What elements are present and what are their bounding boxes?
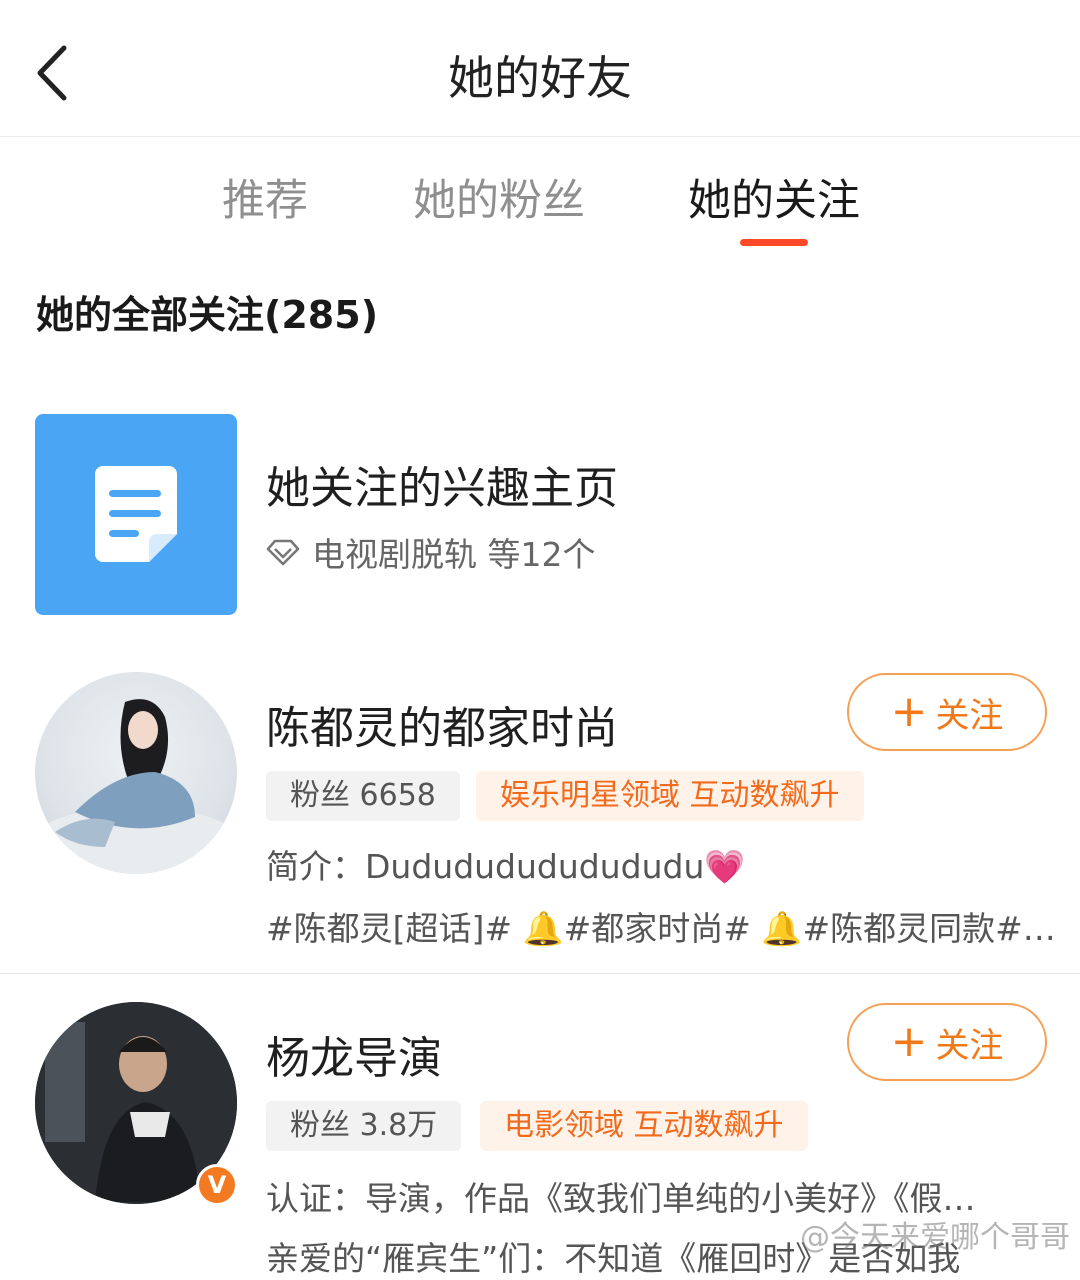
tab-her-fans[interactable]: 她的粉丝 (413, 166, 585, 228)
avatar-photo (35, 699, 237, 874)
plus-icon: + (890, 1016, 928, 1067)
follow-button-label: 关注 (935, 1025, 1004, 1066)
top-bar: 她的好友 (0, 0, 1080, 137)
follow-button[interactable]: + 关注 (847, 1003, 1047, 1081)
active-tab-indicator (740, 239, 808, 246)
diamond-icon (266, 539, 300, 566)
interest-subtitle: 电视剧脱轨 等12个 (266, 528, 595, 576)
follow-button-label: 关注 (935, 695, 1004, 736)
verified-badge: V (196, 1164, 238, 1206)
watermark: @今天来爱哪个哥哥 (800, 1220, 1070, 1255)
user-topics: #陈都灵[超话]# 🔔#都家时尚# 🔔#陈都灵同款#… (266, 909, 1056, 948)
tab-her-following[interactable]: 她的关注 (688, 166, 860, 228)
follow-button[interactable]: + 关注 (847, 673, 1047, 751)
avatar[interactable] (35, 672, 237, 874)
tab-bar: 推荐 她的粉丝 她的关注 (0, 138, 1080, 253)
fans-count-badge: 粉丝 3.8万 (266, 1101, 462, 1151)
tab-recommend[interactable]: 推荐 (222, 166, 308, 228)
interest-thumbnail[interactable] (35, 414, 237, 615)
page-title: 她的好友 (448, 51, 632, 105)
document-icon (95, 466, 177, 562)
divider (0, 973, 1080, 974)
user-name[interactable]: 杨龙导演 (266, 1022, 442, 1086)
domain-tag: 电影领域 互动数飙升 (480, 1101, 808, 1151)
plus-icon: + (890, 686, 928, 737)
user-name[interactable]: 陈都灵的都家时尚 (266, 692, 618, 756)
interest-subtitle-text: 电视剧脱轨 等12个 (312, 535, 596, 574)
section-title: 她的全部关注(285) (36, 293, 379, 337)
user-intro: 简介：Dudududududududu💗 (266, 847, 746, 886)
fans-count-badge: 粉丝 6658 (266, 771, 460, 821)
interest-title[interactable]: 她关注的兴趣主页 (266, 452, 618, 516)
domain-tag: 娱乐明星领域 互动数飙升 (476, 771, 864, 821)
